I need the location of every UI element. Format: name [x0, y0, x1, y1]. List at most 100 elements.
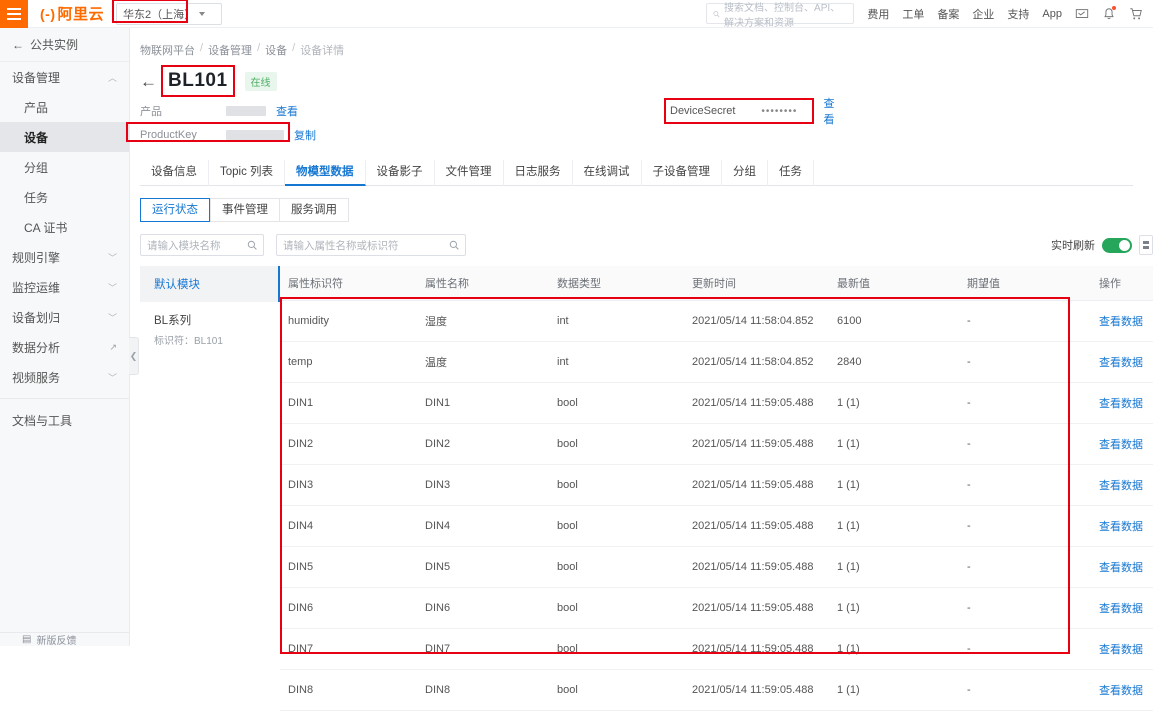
breadcrumb-device-management[interactable]: 设备管理 [208, 42, 252, 58]
subtab-event-management[interactable]: 事件管理 [210, 198, 279, 222]
global-search-input[interactable]: 搜索文档、控制台、API、解决方案和资源 [706, 3, 855, 29]
cell-update-time: 2021/05/14 11:59:05.488 [684, 382, 829, 424]
page-title: BL101 [161, 65, 235, 97]
tab-sub-device-management[interactable]: 子设备管理 [642, 160, 723, 186]
subtab-service-invocation[interactable]: 服务调用 [279, 198, 349, 222]
tab-online-debug[interactable]: 在线调试 [573, 160, 642, 186]
tab-file-management[interactable]: 文件管理 [435, 160, 504, 186]
view-data-link[interactable]: 查看数据 [1091, 300, 1153, 342]
table-row: DIN1 DIN1 bool 2021/05/14 11:59:05.488 1 (1)… [280, 382, 1153, 424]
view-data-link[interactable]: 查看数据 [1091, 587, 1153, 629]
cell-identifier: DIN8 [280, 669, 417, 711]
cell-identifier: DIN1 [280, 382, 417, 424]
region-selector[interactable]: 华东2（上海） [116, 2, 223, 25]
status-badge: 在线 [244, 71, 277, 91]
table-row: DIN4 DIN4 bool 2021/05/14 11:59:05.488 1 (1)… [280, 505, 1153, 547]
cell-data-type: bool [549, 628, 684, 670]
screen-icon[interactable] [1075, 7, 1089, 21]
cell-name: DIN6 [417, 587, 549, 629]
topnav-fee[interactable]: 费用 [867, 6, 889, 22]
cell-data-type: bool [549, 669, 684, 711]
sidebar-group-label: 规则引擎 [12, 250, 61, 265]
region-label: 华东2（上海） [123, 8, 196, 21]
property-search-input[interactable]: 请输入属性名称或标识符 [276, 234, 466, 256]
sidebar-item-tasks[interactable]: 任务 [0, 182, 129, 212]
tab-groups[interactable]: 分组 [722, 160, 769, 186]
cell-update-time: 2021/05/14 11:59:05.488 [684, 423, 829, 465]
sidebar-item-label: 设备 [24, 130, 49, 145]
topnav-app[interactable]: App [1042, 8, 1062, 20]
module-item-bl-series[interactable]: BL系列 标识符：BL101 [140, 302, 280, 357]
cell-expected-value: - [959, 669, 1091, 711]
sidebar-group-rule-engine[interactable]: 规则引擎 ﹀ [0, 242, 129, 272]
column-header-actions: 操作 [1091, 266, 1153, 301]
sidebar-collapse-handle[interactable]: ❮ [129, 337, 139, 375]
realtime-refresh-toggle[interactable] [1102, 237, 1132, 253]
view-data-link[interactable]: 查看数据 [1091, 669, 1153, 711]
product-key-copy-link[interactable]: 复制 [294, 127, 316, 143]
product-view-link[interactable]: 查看 [276, 103, 298, 119]
cell-identifier: DIN2 [280, 423, 417, 465]
module-search-input[interactable]: 请输入模块名称 [140, 234, 264, 256]
view-data-link[interactable]: 查看数据 [1091, 382, 1153, 424]
sidebar-item-products[interactable]: 产品 [0, 92, 129, 122]
view-data-link[interactable]: 查看数据 [1091, 464, 1153, 506]
sidebar-group-video-service[interactable]: 视频服务 ﹀ [0, 362, 129, 392]
sidebar-item-groups[interactable]: 分组 [0, 152, 129, 182]
breadcrumb-device-detail: 设备详情 [300, 45, 345, 57]
external-link-icon: ↗ [109, 341, 117, 352]
aliyun-logo[interactable]: (-) 阿里云 [40, 3, 104, 24]
topnav-support[interactable]: 支持 [1007, 6, 1029, 22]
bell-icon[interactable] [1102, 5, 1116, 21]
module-list: 默认模块 BL系列 标识符：BL101 [140, 266, 280, 711]
sidebar-group-monitoring[interactable]: 监控运维 ﹀ [0, 272, 129, 302]
product-value-masked [226, 106, 266, 116]
device-title-row: ← BL101 在线 [130, 58, 1153, 97]
arrow-left-icon[interactable]: ← [140, 73, 157, 90]
module-item-identifier: 标识符：BL101 [154, 336, 223, 347]
top-bar-right: 搜索文档、控制台、API、解决方案和资源 费用 工单 备案 企业 支持 App [706, 3, 1153, 29]
tab-thing-model-data[interactable]: 物模型数据 [285, 160, 366, 186]
view-data-link[interactable]: 查看数据 [1091, 628, 1153, 670]
cart-icon[interactable] [1129, 7, 1143, 21]
topnav-icp[interactable]: 备案 [937, 6, 959, 22]
view-data-link[interactable]: 查看数据 [1091, 546, 1153, 588]
sidebar-feedback-button[interactable]: ▤ 新版反馈 [0, 632, 130, 646]
subtab-running-status[interactable]: 运行状态 [140, 198, 210, 222]
tab-device-shadow[interactable]: 设备影子 [366, 160, 435, 186]
cell-latest-value: 1 (1) [829, 423, 959, 465]
sidebar-group-data-analysis[interactable]: 数据分析 ↗ [0, 332, 129, 362]
cell-expected-value: - [959, 464, 1091, 506]
view-data-link[interactable]: 查看数据 [1091, 341, 1153, 383]
tab-topic-list[interactable]: Topic 列表 [209, 160, 286, 186]
cell-identifier: DIN7 [280, 628, 417, 670]
breadcrumb-iot-platform[interactable]: 物联网平台 [140, 42, 195, 58]
tab-tasks[interactable]: 任务 [768, 160, 815, 186]
table-row: DIN2 DIN2 bool 2021/05/14 11:59:05.488 1 (1)… [280, 423, 1153, 465]
sidebar-item-docs-and-tools[interactable]: 文档与工具 [0, 405, 129, 435]
sidebar-group-device-assignment[interactable]: 设备划归 ﹀ [0, 302, 129, 332]
breadcrumb-devices[interactable]: 设备 [265, 42, 287, 58]
aliyun-logo-mark: (-) [40, 5, 56, 22]
cell-identifier: DIN4 [280, 505, 417, 547]
sidebar-item-devices[interactable]: 设备 [0, 122, 129, 152]
device-secret-box: DeviceSecret •••••••• 查看 [664, 98, 834, 126]
sidebar-item-ca-certificate[interactable]: CA 证书 [0, 212, 129, 242]
tab-log-service[interactable]: 日志服务 [504, 160, 573, 186]
cell-latest-value: 1 (1) [829, 628, 959, 670]
column-settings-button[interactable] [1139, 235, 1153, 255]
device-name: BL101 [168, 70, 228, 91]
view-data-link[interactable]: 查看数据 [1091, 423, 1153, 465]
topnav-ticket[interactable]: 工单 [902, 6, 924, 22]
sidebar-item-label: 产品 [24, 100, 49, 115]
topnav-enterprise[interactable]: 企业 [972, 6, 994, 22]
device-secret-row: DeviceSecret •••••••• 查看 [664, 98, 834, 126]
module-item-default[interactable]: 默认模块 [140, 266, 280, 302]
device-secret-label: DeviceSecret [670, 105, 736, 117]
view-data-link[interactable]: 查看数据 [1091, 505, 1153, 547]
sidebar-back-public-instance[interactable]: ← 公共实例 [0, 28, 129, 62]
hamburger-icon[interactable] [0, 0, 28, 28]
sidebar-group-device-management[interactable]: 设备管理 ︿ [0, 62, 129, 92]
tab-device-info[interactable]: 设备信息 [140, 160, 209, 186]
device-secret-view-link[interactable]: 查看 [823, 95, 834, 127]
